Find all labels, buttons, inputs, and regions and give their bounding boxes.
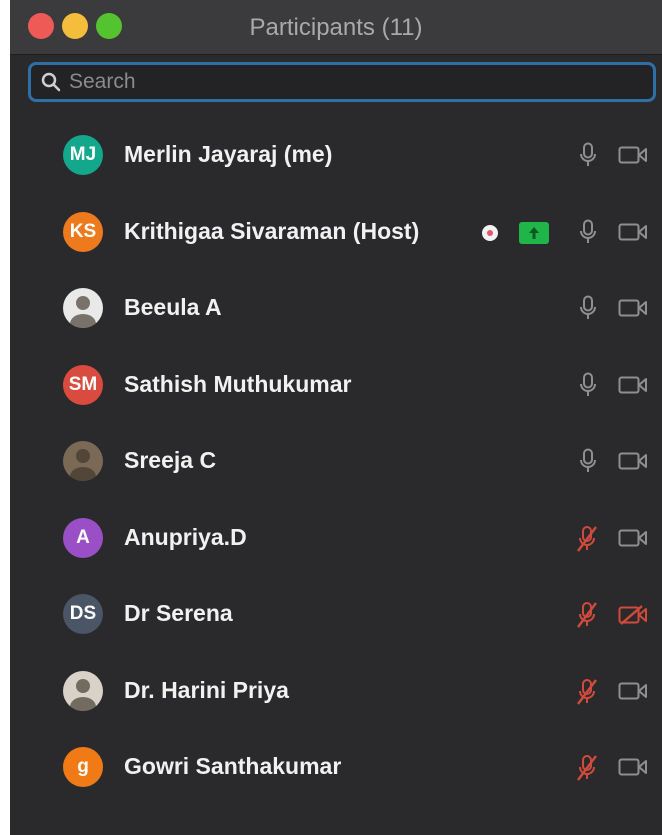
video-camera-icon[interactable] [618, 681, 648, 706]
screen-share-icon [519, 221, 549, 244]
search-input[interactable] [67, 69, 653, 95]
mic-muted-icon[interactable] [576, 601, 598, 634]
participant-name: Sathish Muthukumar [124, 370, 352, 397]
participant-row[interactable]: Dr. Harini Priya [10, 653, 662, 730]
avatar [63, 441, 103, 481]
video-off-icon[interactable] [618, 604, 648, 631]
video-camera-icon[interactable] [618, 298, 648, 323]
avatar: DS [63, 594, 103, 634]
video-camera-icon[interactable] [618, 375, 648, 400]
microphone-icon[interactable] [579, 448, 597, 479]
avatar: A [63, 517, 103, 558]
participant-name: Krithigaa Sivaraman (Host) [124, 217, 420, 244]
participant-row[interactable]: MJ Merlin Jayaraj (me) [10, 117, 662, 194]
status-badge [482, 224, 498, 241]
mic-muted-icon[interactable] [576, 678, 598, 711]
participant-row[interactable]: g Gowri Santhakumar [10, 729, 662, 806]
participant-name: Gowri Santhakumar [124, 753, 342, 779]
video-camera-icon[interactable] [618, 451, 648, 476]
participant-row[interactable]: DS Dr Serena [10, 576, 662, 653]
avatar: g [63, 747, 103, 787]
participant-name: Merlin Jayaraj (me) [124, 141, 333, 167]
avatar: KS [63, 211, 103, 252]
participant-list: MJ Merlin Jayaraj (me) KS Krithigaa Sivaram… [10, 117, 662, 806]
participant-name: Sreeja C [124, 447, 217, 473]
participant-row[interactable]: A Anupriya.D [10, 500, 662, 577]
participants-window: Participants (11) MJ Merlin Jayaraj (me) K… [10, 0, 662, 835]
participant-name: Beeula A [124, 294, 222, 320]
avatar [63, 288, 103, 328]
microphone-icon[interactable] [579, 219, 597, 250]
window-title: Participants (11) [249, 14, 423, 41]
avatar: SM [63, 364, 103, 405]
microphone-icon[interactable] [579, 142, 597, 173]
mic-muted-icon[interactable] [576, 525, 598, 558]
search-field[interactable] [28, 62, 656, 102]
participant-row[interactable]: Beeula A [10, 270, 662, 347]
participant-row[interactable]: Sreeja C [10, 423, 662, 500]
video-camera-icon[interactable] [618, 757, 648, 782]
avatar: MJ [63, 135, 103, 175]
video-camera-icon[interactable] [618, 222, 648, 247]
microphone-icon[interactable] [579, 295, 597, 326]
participant-row[interactable]: SM Sathish Muthukumar [10, 347, 662, 424]
microphone-icon[interactable] [579, 372, 597, 403]
participant-name: Anupriya.D [124, 523, 247, 550]
participant-name: Dr. Harini Priya [124, 676, 289, 703]
avatar [63, 670, 103, 711]
title-bar[interactable]: Participants (11) [10, 0, 662, 55]
participant-name: Dr Serena [124, 600, 233, 626]
video-camera-icon[interactable] [618, 145, 648, 170]
mic-muted-icon[interactable] [576, 754, 598, 787]
search-icon [41, 72, 61, 92]
video-camera-icon[interactable] [618, 528, 648, 553]
participant-row[interactable]: KS Krithigaa Sivaraman (Host) [10, 194, 662, 271]
